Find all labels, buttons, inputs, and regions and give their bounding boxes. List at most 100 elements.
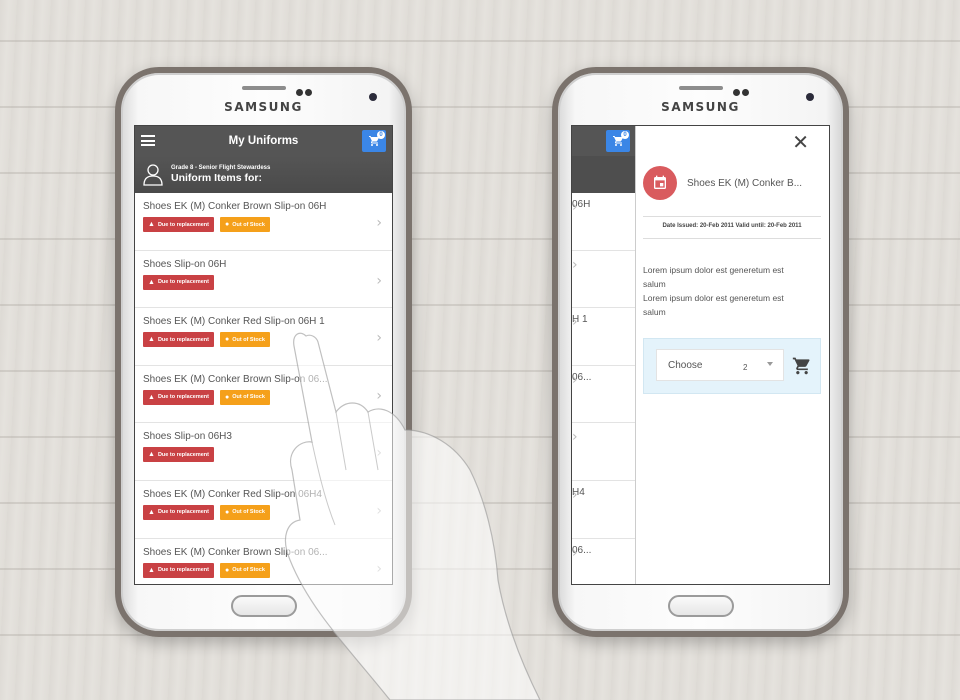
status-badges: ▲ Due to replacement ● Out of Stock [143,389,384,405]
drawer-item-title: Shoes EK (M) Conker B... [687,177,803,189]
item-name: Shoes Slip-on 06H [143,258,227,270]
cart-count-badge: 0 [377,131,385,139]
background-row: › [572,251,635,309]
description-line: salum [643,279,666,289]
badge-label: Out of Stock [232,336,265,343]
close-icon[interactable]: ✕ [792,130,809,154]
out-of-stock-badge: ● Out of Stock [219,217,270,232]
chevron-right-icon: › [572,256,578,273]
list-item[interactable]: Shoes EK (M) Conker Red Slip-on 06H 1 ▲ Du… [135,308,392,366]
warning-icon: ▲ [148,393,155,401]
background-rows: 06H › › H 1 › 06... › › H4 › 06... › [572,193,635,584]
phone-brand: SAMSUNG [661,100,740,114]
badge-label: Out of Stock [232,221,265,228]
size-select[interactable]: Choose 2 [656,349,784,381]
status-badges: ▲ Due to replacement [143,274,384,290]
calendar-avatar [643,166,677,200]
warning-icon: ▲ [148,508,155,516]
background-row: › [572,423,635,481]
chevron-right-icon: › [572,199,578,215]
badge-label: Due to replacement [157,279,209,286]
clock-icon: ● [224,508,230,516]
menu-icon[interactable] [141,135,155,146]
list-item[interactable]: Shoes EK (M) Conker Brown Slip-on 06H ▲ Du… [135,193,392,251]
item-name: Shoes EK (M) Conker Red Slip-on 06H4 [143,488,322,500]
user-grade: Grade 8 - Senior Flight Stewardess [171,165,271,171]
out-of-stock-badge: ● Out of Stock [219,562,270,578]
list-item[interactable]: Shoes Slip-on 06H ▲ Due to replacement › [135,251,392,309]
warning-icon: ▲ [148,451,155,459]
screen-left: My Uniforms 0 Grade 8 - Senior Flight St… [134,125,393,585]
status-badges: ▲ Due to replacement ● Out of Stock [143,217,384,232]
badge-label: Out of Stock [232,509,265,516]
cart-button[interactable]: 0 [362,130,386,152]
list-item[interactable]: Shoes EK (M) Conker Brown Slip-on 06... ▲… [135,539,392,584]
chevron-right-icon: › [376,215,382,231]
due-replacement-badge: ▲ Due to replacement [143,562,214,578]
clock-icon: ● [224,336,230,344]
chevron-right-icon: › [572,429,578,446]
caret-down-icon [767,362,773,366]
badge-label: Due to replacement [157,509,209,516]
clock-icon: ● [224,566,230,574]
phone-left: SAMSUNG My Uniforms 0 Grade 8 - Senior F… [115,67,412,637]
phone-right: SAMSUNG 0 06H › › H 1 › 06... › › H4 › 06... › ✕ Sh… [552,67,849,637]
background-row: H4 › [572,481,635,539]
status-badges: ▲ Due to replacement ● Out of Stock [143,504,384,520]
order-panel: Choose 2 [643,338,821,394]
warning-icon: ▲ [148,566,155,574]
badge-label: Due to replacement [157,394,209,401]
sensor-dot [742,89,749,96]
add-to-cart-icon[interactable] [792,356,812,376]
warning-icon: ▲ [148,336,155,344]
earpiece [241,86,286,90]
sensor-dot [296,89,303,96]
clock-icon: ● [224,393,230,401]
warning-icon: ▲ [148,278,155,286]
due-replacement-badge: ▲ Due to replacement [143,217,214,232]
badge-label: Due to replacement [157,451,209,458]
size-select-label: Choose [668,359,703,371]
description-line: Lorem ipsum dolor est generetum est [643,293,784,303]
badge-label: Due to replacement [157,221,209,228]
sensor-dot [733,89,740,96]
description-line: salum [643,307,666,317]
due-replacement-badge: ▲ Due to replacement [143,274,214,290]
due-replacement-badge: ▲ Due to replacement [143,504,214,520]
home-button[interactable] [667,595,734,617]
chevron-right-icon: › [572,486,578,503]
due-replacement-badge: ▲ Due to replacement [143,389,214,405]
background-row: 06... › [572,539,635,584]
background-row: 06H › [572,193,635,251]
status-badges: ▲ Due to replacement ● Out of Stock [143,332,384,348]
screen-right: 0 06H › › H 1 › 06... › › H4 › 06... › ✕ Shoes EK (… [571,125,830,585]
out-of-stock-badge: ● Out of Stock [219,332,270,348]
earpiece [678,86,723,90]
item-name: Shoes EK (M) Conker Brown Slip-on 06H [143,201,327,212]
badge-label: Due to replacement [157,567,209,574]
list-item[interactable]: Shoes EK (M) Conker Brown Slip-on 06... ▲… [135,366,392,424]
warning-icon: ▲ [148,221,155,228]
description-line: Lorem ipsum dolor est generetum est [643,265,784,275]
item-name: Shoes EK (M) Conker Brown Slip-on 06... [143,373,328,385]
home-button[interactable] [230,595,297,617]
status-badges: ▲ Due to replacement [143,447,384,463]
list-item[interactable]: Shoes Slip-on 06H3 ▲ Due to replacement › [135,423,392,481]
divider [643,238,821,239]
item-name: Shoes EK (M) Conker Red Slip-on 06H 1 [143,316,325,328]
background-list: 0 06H › › H 1 › 06... › › H4 › 06... › [572,126,636,584]
phone-brand: SAMSUNG [224,100,303,114]
item-detail-drawer: ✕ Shoes EK (M) Conker B... Date Issued: … [636,126,829,584]
badge-label: Out of Stock [232,567,265,574]
out-of-stock-badge: ● Out of Stock [219,504,270,520]
status-badges: ▲ Due to replacement ● Out of Stock [143,562,384,578]
page-title: My Uniforms [228,135,299,147]
chevron-right-icon: › [376,560,382,577]
chevron-right-icon: › [376,387,382,404]
issue-dates: Date Issued: 20-Feb 2011 Valid until: 20… [662,223,802,229]
cart-button[interactable]: 0 [606,130,630,152]
app-bar: My Uniforms 0 [135,126,392,156]
quantity-value: 2 [743,363,748,372]
list-item[interactable]: Shoes EK (M) Conker Red Slip-on 06H4 ▲ Due… [135,481,392,539]
chevron-right-icon: › [572,314,578,331]
